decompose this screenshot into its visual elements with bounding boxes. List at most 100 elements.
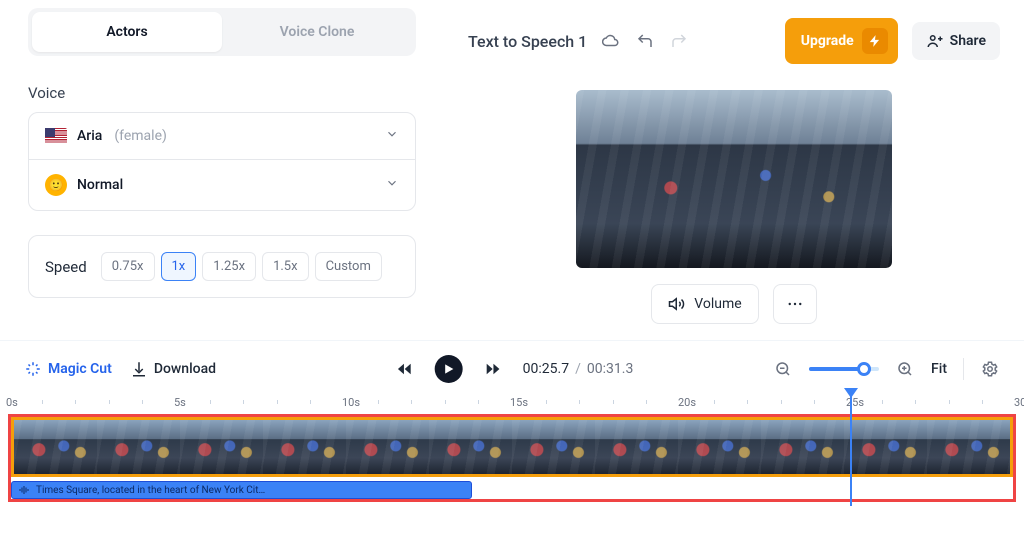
clip-thumbnail	[844, 420, 927, 474]
emotion-icon: 🙂	[45, 174, 67, 196]
redo-icon[interactable]	[669, 31, 689, 51]
time-display: 00:25.7/00:31.3	[523, 361, 634, 377]
magic-cut-label: Magic Cut	[48, 361, 112, 377]
tab-actors-label: Actors	[106, 24, 147, 40]
ruler-tick	[747, 400, 748, 404]
download-button[interactable]: Download	[130, 360, 216, 378]
voice-style-row[interactable]: 🙂 Normal	[29, 159, 415, 210]
clip-thumbnail	[761, 420, 844, 474]
ruler-tick	[445, 400, 446, 404]
zoom-in-button[interactable]	[895, 359, 915, 379]
us-flag-icon	[45, 128, 67, 144]
settings-button[interactable]	[980, 359, 1000, 379]
ruler-tick	[781, 400, 782, 404]
upgrade-label: Upgrade	[801, 33, 854, 49]
chevron-down-icon	[385, 176, 399, 194]
more-button[interactable]	[773, 284, 817, 324]
time-current: 00:25.7	[523, 361, 569, 377]
ruler-tick	[882, 400, 883, 404]
tab-voice-clone[interactable]: Voice Clone	[222, 12, 412, 52]
ruler-tick	[646, 400, 647, 404]
ruler-tick	[613, 400, 614, 404]
play-icon	[442, 362, 456, 376]
speed-0-75x[interactable]: 0.75x	[101, 252, 155, 281]
speed-1-25x[interactable]: 1.25x	[202, 252, 256, 281]
clip-thumbnail	[678, 420, 761, 474]
time-total: 00:31.3	[587, 361, 633, 377]
clip-thumbnail	[180, 420, 263, 474]
ruler-label: 0s	[6, 396, 18, 409]
clip-thumbnail	[14, 420, 97, 474]
voice-gender: (female)	[114, 128, 167, 144]
volume-button[interactable]: Volume	[651, 284, 758, 324]
forward-icon	[484, 360, 502, 378]
ellipsis-icon	[786, 295, 804, 313]
project-title: Text to Speech 1	[468, 32, 587, 51]
tab-actors[interactable]: Actors	[32, 12, 222, 52]
ruler-tick	[109, 400, 110, 404]
zoom-slider[interactable]	[809, 367, 879, 371]
timeline[interactable]: 0s5s10s15s20s25s30s Times Square, locate…	[0, 396, 1024, 510]
magic-cut-button[interactable]: Magic Cut	[24, 360, 112, 378]
voice-name: Aria	[77, 128, 102, 144]
video-preview[interactable]	[576, 90, 892, 268]
clip-thumbnail	[512, 420, 595, 474]
zoom-out-button[interactable]	[773, 359, 793, 379]
share-button[interactable]: Share	[912, 22, 1000, 60]
ruler-tick	[814, 400, 815, 404]
clip-thumbnail	[263, 420, 346, 474]
voice-style: Normal	[77, 177, 123, 193]
speed-1-5x[interactable]: 1.5x	[262, 252, 309, 281]
ruler-label: 10s	[342, 396, 360, 409]
ruler-label: 15s	[510, 396, 528, 409]
zoom-slider-knob[interactable]	[857, 362, 871, 376]
ruler-tick	[210, 400, 211, 404]
gear-icon	[981, 360, 999, 378]
rewind-button[interactable]	[391, 355, 419, 383]
fit-button[interactable]: Fit	[931, 361, 947, 377]
timeline-ruler[interactable]: 0s5s10s15s20s25s30s	[8, 396, 1016, 414]
ruler-tick	[243, 400, 244, 404]
ruler-tick	[982, 400, 983, 404]
speed-1x[interactable]: 1x	[161, 252, 197, 281]
ruler-tick	[949, 400, 950, 404]
ruler-tick	[42, 400, 43, 404]
speed-card: Speed 0.75x 1x 1.25x 1.5x Custom	[28, 235, 416, 298]
tab-clone-label: Voice Clone	[280, 24, 355, 40]
audio-clip[interactable]: Times Square, located in the heart of Ne…	[11, 481, 472, 499]
clip-thumbnail	[97, 420, 180, 474]
upgrade-button[interactable]: Upgrade	[785, 18, 898, 64]
play-button[interactable]	[435, 355, 463, 383]
ruler-tick	[310, 400, 311, 404]
ruler-tick	[378, 400, 379, 404]
share-icon	[926, 32, 944, 50]
audio-caption: Times Square, located in the heart of Ne…	[36, 485, 265, 496]
clip-thumbnail	[346, 420, 429, 474]
chevron-down-icon	[385, 127, 399, 145]
ruler-tick	[478, 400, 479, 404]
volume-label: Volume	[694, 296, 741, 312]
transport-toolbar: Magic Cut Download 00:25.7/00:31.3	[0, 340, 1024, 396]
bolt-icon	[862, 28, 888, 54]
forward-button[interactable]	[479, 355, 507, 383]
sparkle-icon	[24, 360, 42, 378]
ruler-tick	[579, 400, 580, 404]
ruler-tick	[714, 400, 715, 404]
divider	[963, 358, 964, 380]
ruler-label: 5s	[174, 396, 186, 409]
clip-thumbnail	[595, 420, 678, 474]
playhead[interactable]	[850, 396, 852, 506]
speed-options: 0.75x 1x 1.25x 1.5x Custom	[101, 252, 382, 281]
cloud-sync-icon[interactable]	[601, 31, 621, 51]
topbar: Text to Speech 1 Upgrade Share	[444, 0, 1024, 74]
ruler-tick	[277, 400, 278, 404]
volume-icon	[668, 295, 686, 313]
voice-card: Aria (female) 🙂 Normal	[28, 112, 416, 211]
speed-custom[interactable]: Custom	[315, 252, 382, 281]
selection-box[interactable]: Times Square, located in the heart of Ne…	[8, 414, 1016, 502]
zoom-out-icon	[774, 360, 792, 378]
rewind-icon	[396, 360, 414, 378]
voice-select-row[interactable]: Aria (female)	[29, 113, 415, 159]
video-track[interactable]	[11, 417, 1013, 477]
undo-icon[interactable]	[635, 31, 655, 51]
